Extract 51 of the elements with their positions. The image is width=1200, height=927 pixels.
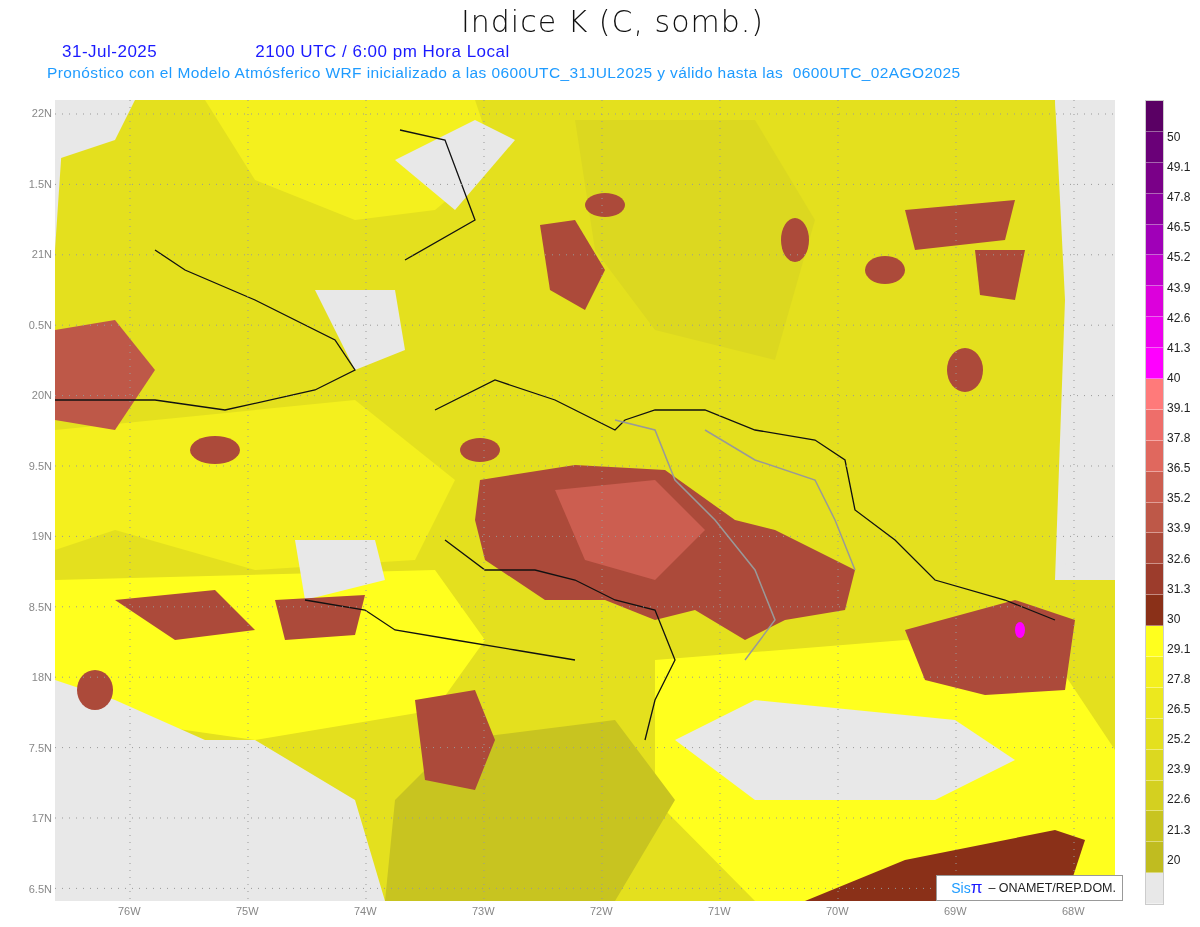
latitude-label: 0.5N bbox=[28, 317, 53, 332]
latitude-label: 1.5N bbox=[28, 176, 53, 191]
chart-title: Indice K (C, somb.) bbox=[459, 3, 766, 41]
colorbar-label: 32.6 bbox=[1167, 551, 1191, 566]
latitude-label: 20N bbox=[31, 388, 53, 403]
longitude-label: 68W bbox=[1062, 905, 1086, 917]
latitude-label: 21N bbox=[31, 247, 53, 262]
colorbar-label: 21.3 bbox=[1167, 822, 1191, 837]
latitude-label: 22N bbox=[31, 106, 53, 120]
colorbar-label: 27.8 bbox=[1167, 672, 1191, 686]
colorbar-label: 26.5 bbox=[1167, 702, 1191, 717]
colorbar-label: 36.5 bbox=[1167, 461, 1191, 476]
latitude-label: 18N bbox=[31, 670, 53, 685]
latitude-label: 9.5N bbox=[28, 458, 53, 473]
longitude-label: 71W bbox=[708, 905, 732, 917]
subtitle: Pronóstico con el Modelo Atmósferico WRF inicializado a las 0600UTC_31JUL2025 y válido hasta las 0600UTC_02AGO2025 bbox=[47, 64, 962, 83]
latitude-label: 17N bbox=[31, 811, 53, 826]
colorbar-label: 41.3 bbox=[1167, 340, 1191, 355]
colorbar-label: 47.8 bbox=[1167, 190, 1191, 205]
longitude-label: 72W bbox=[590, 905, 614, 917]
longitude-label: 70W bbox=[826, 905, 850, 917]
latitude-label: 6.5N bbox=[28, 881, 53, 896]
colorbar-label: 42.6 bbox=[1167, 310, 1191, 325]
colorbar-label: 37.8 bbox=[1167, 431, 1191, 446]
longitude-label: 75W bbox=[236, 905, 260, 917]
longitude-label: 76W bbox=[118, 905, 142, 917]
colorbar-label: 23.9 bbox=[1167, 762, 1191, 777]
colorbar-label: 35.2 bbox=[1167, 491, 1191, 506]
colorbar-label: 31.3 bbox=[1167, 581, 1191, 596]
longitude-label: 73W bbox=[472, 905, 496, 917]
colorbar-label: 25.2 bbox=[1167, 732, 1191, 747]
credit-label: Sisπ – ONAMET/REP.DOM. bbox=[936, 875, 1123, 901]
colorbar-label: 46.5 bbox=[1167, 220, 1191, 235]
colorbar-label: 49.1 bbox=[1167, 160, 1191, 175]
colorbar-label: 20 bbox=[1167, 852, 1181, 867]
colorbar-label: 30 bbox=[1167, 611, 1181, 626]
time-label: 2100 UTC / 6:00 pm Hora Local bbox=[255, 42, 510, 63]
colorbar-label: 22.6 bbox=[1167, 792, 1191, 807]
colorbar-label: 40 bbox=[1167, 370, 1181, 385]
colorbar-label: 50 bbox=[1167, 130, 1181, 145]
longitude-label: 74W bbox=[354, 905, 378, 917]
colorbar-label: 45.2 bbox=[1167, 250, 1191, 265]
colorbar-label: 39.1 bbox=[1167, 401, 1191, 416]
date-label: 31-Jul-2025 bbox=[62, 42, 158, 63]
colorbar-label: 29.1 bbox=[1167, 641, 1191, 656]
longitude-label: 69W bbox=[944, 905, 968, 917]
latitude-label: 19N bbox=[31, 529, 53, 544]
colorbar-label: 43.9 bbox=[1167, 280, 1191, 295]
latitude-label: 7.5N bbox=[28, 740, 53, 755]
latitude-label: 8.5N bbox=[28, 599, 53, 614]
colorbar-label: 33.9 bbox=[1167, 521, 1191, 536]
